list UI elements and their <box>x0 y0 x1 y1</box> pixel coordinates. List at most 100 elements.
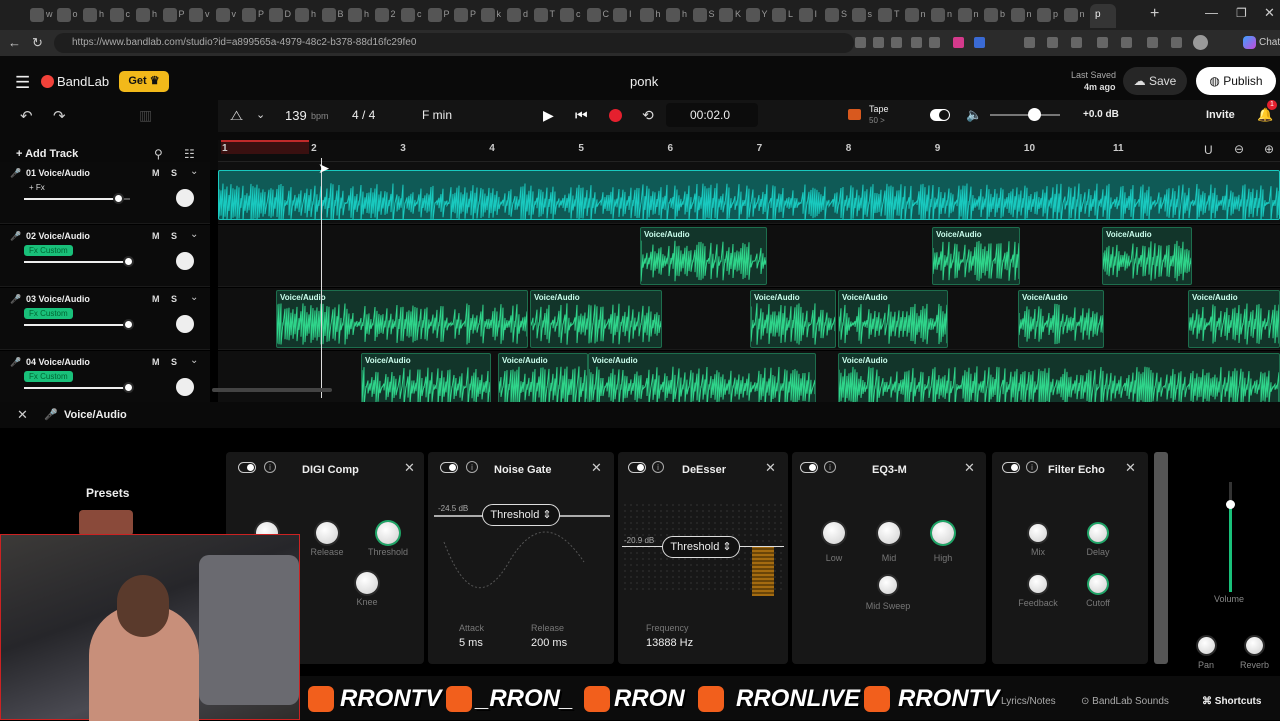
browser-tab-favicon[interactable] <box>348 8 362 22</box>
chevron-down-icon[interactable]: ⌄ <box>190 229 198 240</box>
speaker-icon[interactable]: 🔈 <box>966 107 982 123</box>
reverb-knob[interactable] <box>1246 637 1263 654</box>
horizontal-scrollbar[interactable] <box>212 388 332 392</box>
browser-tab-title[interactable]: Y <box>762 9 768 19</box>
browser-tab-title[interactable]: n <box>1080 9 1085 19</box>
browser-tab-favicon[interactable] <box>957 8 972 22</box>
ruler-bar-number[interactable]: 11 <box>1113 143 1124 154</box>
app-logo[interactable]: BandLab <box>57 74 109 89</box>
mute-button[interactable]: M <box>152 231 160 241</box>
audio-clip[interactable]: Voice/Audio <box>1188 290 1280 348</box>
browser-tab-title[interactable]: w <box>46 9 53 19</box>
fx-scroll-handle[interactable] <box>1154 452 1168 664</box>
extension-icon[interactable] <box>911 37 922 48</box>
timeline-ruler[interactable]: 1 2 3 4 5 6 7 8 9 10 11 U ⊖ ⊕ <box>218 140 1280 162</box>
chevron-down-icon[interactable]: ⌄ <box>190 166 198 177</box>
deesser-freq-value[interactable]: 13888 Hz <box>646 637 693 649</box>
browser-tab-title[interactable]: L <box>788 9 793 19</box>
browser-tab-favicon[interactable] <box>162 8 177 22</box>
chevron-down-icon[interactable]: ⌄ <box>256 108 265 121</box>
eq-mid-knob[interactable] <box>878 522 900 544</box>
audio-clip[interactable]: Voice/Audio <box>932 227 1020 285</box>
audio-clip[interactable]: Voice/Audio <box>750 290 836 348</box>
browser-tab-favicon[interactable] <box>1063 8 1078 22</box>
gate-attack-value[interactable]: 5 ms <box>459 637 483 649</box>
audio-clip[interactable] <box>218 170 1280 220</box>
track-lane[interactable]: Voice/Audio Voice/Audio Voice/Audio <box>218 225 1280 287</box>
ruler-bar-number[interactable]: 4 <box>489 143 495 154</box>
download-icon[interactable] <box>1171 37 1182 48</box>
track-volume-slider[interactable] <box>24 258 132 265</box>
close-icon[interactable]: ✕ <box>404 460 415 476</box>
browser-tab-title[interactable]: P <box>258 9 264 19</box>
browser-tab-title[interactable]: c <box>126 9 131 19</box>
profile-avatar[interactable] <box>1193 35 1208 50</box>
browser-tab-title[interactable]: h <box>311 9 316 19</box>
ruler-bar-number[interactable]: 2 <box>311 143 317 154</box>
lyrics-notes-button[interactable]: Lyrics/Notes <box>1001 696 1056 707</box>
play-icon[interactable]: ▶ <box>543 107 554 124</box>
preset-thumbnail[interactable] <box>79 510 133 536</box>
record-icon[interactable] <box>609 109 622 122</box>
browser-tab-title[interactable]: n <box>1027 9 1032 19</box>
track-volume-knob[interactable] <box>1226 500 1235 509</box>
echo-delay-knob[interactable] <box>1089 524 1107 542</box>
browser-tab-favicon[interactable] <box>1010 8 1025 22</box>
gate-toggle[interactable] <box>440 462 458 473</box>
browser-tab-favicon[interactable] <box>1037 8 1051 22</box>
browser-tab-title[interactable]: P <box>179 9 185 19</box>
zoom-out-icon[interactable]: ⊖ <box>1234 142 1244 156</box>
browser-tab-favicon[interactable] <box>798 8 813 22</box>
close-icon[interactable]: ✕ <box>765 460 776 476</box>
playhead[interactable] <box>321 158 322 398</box>
undo-icon[interactable]: ↶ <box>20 107 33 125</box>
copilot-label[interactable]: Chat <box>1259 37 1280 48</box>
browser-tab-title[interactable]: I <box>815 9 818 19</box>
browser-tab-favicon[interactable] <box>401 8 415 22</box>
browser-tab-favicon[interactable] <box>268 8 283 22</box>
extension-icon[interactable] <box>1047 37 1058 48</box>
ruler-bar-number[interactable]: 7 <box>757 143 763 154</box>
echo-toggle[interactable] <box>1002 462 1020 473</box>
restore-icon[interactable]: ❐ <box>1236 6 1247 20</box>
ruler-bar-number[interactable]: 3 <box>400 143 406 154</box>
browser-tab-title[interactable]: n <box>974 9 979 19</box>
browser-tab-favicon[interactable] <box>136 8 150 22</box>
browser-tab-title[interactable]: S <box>841 9 847 19</box>
extension-icon[interactable] <box>1071 37 1082 48</box>
loop-region[interactable] <box>221 140 309 154</box>
track-volume-slider-knob[interactable] <box>115 195 122 202</box>
browser-tab-favicon[interactable] <box>586 8 601 22</box>
audio-clip[interactable]: Voice/Audio <box>640 227 767 285</box>
extension-icon[interactable] <box>953 37 964 48</box>
solo-button[interactable]: S <box>171 231 177 241</box>
browser-tab-favicon[interactable] <box>904 8 919 22</box>
eq-toggle[interactable] <box>800 462 818 473</box>
mute-button[interactable]: M <box>152 168 160 178</box>
extensions-puzzle-icon[interactable] <box>1147 37 1158 48</box>
browser-tab-title[interactable]: h <box>152 9 157 19</box>
active-tab[interactable]: p <box>1090 4 1116 28</box>
bandlab-sounds-button[interactable]: ⊙ BandLab Sounds <box>1081 696 1169 707</box>
browser-tab-title[interactable]: v <box>205 9 210 19</box>
eq-midsweep-knob[interactable] <box>879 576 897 594</box>
echo-mix-knob[interactable] <box>1029 524 1047 542</box>
time-signature[interactable]: 4 / 4 <box>352 108 375 122</box>
master-volume-slider[interactable] <box>990 108 1060 121</box>
extension-icon[interactable] <box>929 37 940 48</box>
browser-tab-title[interactable]: h <box>364 9 369 19</box>
track-name[interactable]: 01 Voice/Audio <box>26 168 90 178</box>
new-tab-icon[interactable]: + <box>1150 5 1159 23</box>
extension-icon[interactable] <box>974 37 985 48</box>
browser-tab-favicon[interactable] <box>321 8 336 22</box>
close-icon[interactable]: ✕ <box>591 460 602 476</box>
echo-feedback-knob[interactable] <box>1029 575 1047 593</box>
track-name[interactable]: 03 Voice/Audio <box>26 294 90 304</box>
browser-tab-title[interactable]: K <box>735 9 741 19</box>
tuner-icon[interactable]: ⚲ <box>154 147 163 161</box>
fx-badge[interactable]: Fx Custom <box>24 245 73 256</box>
menu-icon[interactable]: ☰ <box>15 73 30 93</box>
fx-badge[interactable]: Fx Custom <box>24 371 73 382</box>
mixer-icon[interactable]: ▥ <box>139 107 152 124</box>
shortcuts-button[interactable]: ⌘ Shortcuts <box>1202 696 1261 707</box>
